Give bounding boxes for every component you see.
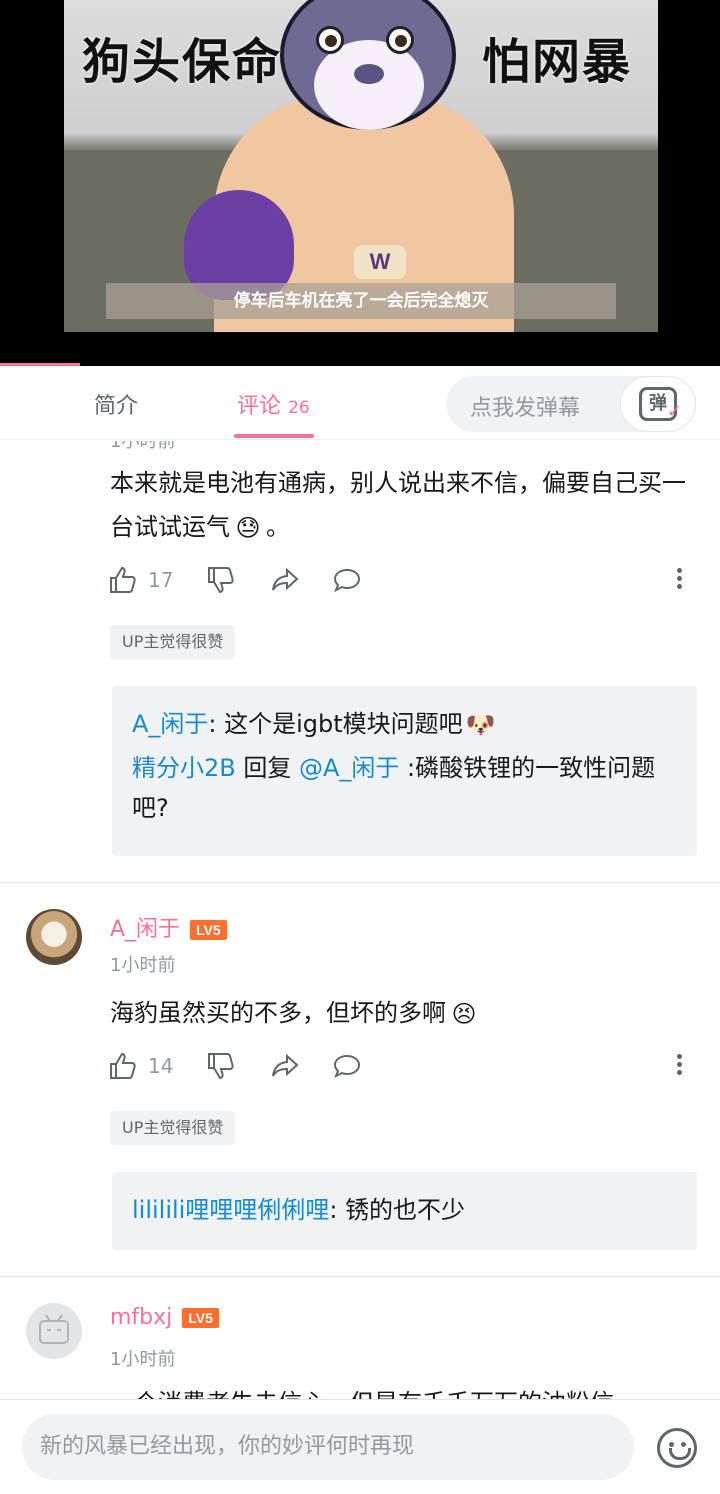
sweat-emoji-icon: 😓 — [235, 514, 261, 542]
comment-time: 1小时前 — [110, 441, 176, 452]
comment-text: 本来就是电池有通病，别人说出来不信，偏要自己买一台试试运气 😓。 — [110, 461, 700, 549]
comment-divider — [0, 1276, 720, 1277]
video-progress-bar[interactable] — [0, 363, 80, 366]
default-avatar-icon — [39, 1314, 69, 1344]
thumbs-down-icon — [208, 1053, 234, 1080]
comment-text-end: 。 — [266, 513, 290, 541]
up-liked-badge: UP主觉得很赞 — [110, 625, 236, 659]
level-badge: LV5 — [182, 1308, 219, 1328]
more-options-icon[interactable] — [674, 565, 684, 595]
danmaku-toggle-button[interactable]: 弹 ✓ — [620, 376, 696, 432]
username-text: A_闲于 — [110, 917, 181, 942]
level-badge: LV5 — [190, 920, 227, 940]
share-button[interactable] — [270, 565, 300, 595]
video-overlay-right: 怕网暴 — [482, 34, 633, 90]
danmaku-input[interactable]: 点我发弹幕 弹 ✓ — [446, 376, 696, 432]
reply-button[interactable] — [332, 565, 362, 595]
danmaku-icon: 弹 ✓ — [639, 387, 682, 422]
video-subtitle: 停车后车机在亮了一会后完全熄灭 — [106, 283, 616, 319]
avatar[interactable] — [26, 909, 82, 965]
comment-time: 1小时前 — [110, 955, 176, 976]
tab-comments-count: 26 — [288, 398, 310, 418]
comment-bubble-icon — [333, 568, 361, 593]
comment-time: 1小时前 — [110, 1349, 176, 1370]
reply-text: 这个是igbt模块问题吧 — [224, 710, 463, 738]
share-icon — [272, 1053, 299, 1077]
reply-username[interactable]: lililili哩哩哩俐俐哩 — [132, 1196, 329, 1224]
tab-intro[interactable]: 简介 — [94, 388, 138, 420]
dislike-button[interactable] — [206, 565, 236, 595]
comment-username[interactable]: A_闲于 LV5 — [110, 911, 227, 943]
like-count: 17 — [148, 568, 174, 592]
like-count: 14 — [148, 1054, 174, 1078]
comment-actions: 14 — [108, 1051, 698, 1085]
comment-text: 海豹虽然买的不多，但坏的多啊 😣 — [110, 991, 700, 1035]
comment-text-body: 本来就是电池有通病，别人说出来不信，偏要自己买一台试试运气 — [110, 469, 686, 541]
reply-text: 锈的也不少 — [345, 1196, 466, 1224]
reply-line: A_闲于: 这个是igbt模块问题吧 🐶 — [132, 700, 677, 748]
comment-input[interactable]: 新的风暴已经出现，你的妙评何时再现 — [22, 1414, 634, 1480]
tab-comments[interactable]: 评论 26 — [237, 388, 310, 420]
embarrassed-emoji-icon: 😣 — [451, 1000, 477, 1028]
comment-divider — [0, 882, 720, 883]
comment-actions: 17 — [108, 565, 698, 599]
more-options-icon[interactable] — [674, 1051, 684, 1081]
dog-eye-right — [386, 26, 414, 54]
reply-preview-box[interactable]: lililili哩哩哩俐俐哩: 锈的也不少 — [112, 1172, 697, 1250]
reply-preview-box[interactable]: A_闲于: 这个是igbt模块问题吧 🐶 精分小2B 回复 @A_闲于 :磷酸铁锂… — [112, 686, 697, 856]
active-tab-indicator — [234, 434, 314, 438]
reply-mid: 回复 — [235, 754, 299, 782]
reply-username[interactable]: 精分小2B — [132, 754, 236, 782]
up-liked-badge: UP主觉得很赞 — [110, 1111, 236, 1145]
like-button[interactable]: 14 — [108, 1051, 173, 1081]
thumbs-up-icon — [110, 1052, 136, 1079]
reply-line: 精分小2B 回复 @A_闲于 :磷酸铁锂的一致性问题吧? — [132, 748, 677, 828]
check-icon: ✓ — [666, 401, 682, 422]
dog-eye-left — [316, 26, 344, 54]
doge-emoji-icon: 🐶 — [465, 711, 496, 739]
bottom-bar: 新的风暴已经出现，你的妙评何时再现 — [0, 1399, 720, 1494]
comment-username[interactable]: mfbxj LV5 — [110, 1305, 219, 1330]
video-player[interactable]: W 狗头保命 怕网暴 停车后车机在亮了一会后完全熄灭 — [0, 0, 720, 366]
dog-nose — [354, 64, 384, 84]
thumbs-up-icon — [110, 566, 136, 593]
comment-text-body: 海豹虽然买的不多，但坏的多啊 — [110, 999, 446, 1027]
reply-username[interactable]: A_闲于 — [132, 710, 208, 738]
thumbs-down-icon — [208, 567, 234, 594]
danmaku-icon-char: 弹 — [649, 393, 667, 414]
comment-text: 一个消费者失去信心，但是有千千万万的油粉信 — [110, 1381, 700, 1399]
video-hat-logo: W — [354, 245, 406, 279]
username-text: mfbxj — [110, 1305, 173, 1330]
comment-bubble-icon — [333, 1054, 361, 1079]
danmaku-placeholder: 点我发弹幕 — [470, 396, 581, 421]
tab-intro-label: 简介 — [94, 394, 139, 419]
share-icon — [272, 567, 299, 591]
reply-sep: : — [329, 1196, 346, 1224]
reply-line: lililili哩哩哩俐俐哩: 锈的也不少 — [132, 1186, 677, 1234]
video-overlay-left: 狗头保命 — [82, 34, 283, 90]
emoji-picker-icon[interactable] — [657, 1428, 697, 1468]
comment-list[interactable]: 1小时前 本来就是电池有通病，别人说出来不信，偏要自己买一台试试运气 😓。 17 … — [0, 441, 720, 1399]
tab-comments-label: 评论 — [237, 394, 282, 419]
share-button[interactable] — [270, 1051, 300, 1081]
avatar[interactable] — [26, 1303, 82, 1359]
reply-mention[interactable]: @A_闲于 — [299, 754, 399, 782]
dislike-button[interactable] — [206, 1051, 236, 1081]
tab-bar: 简介 评论 26 点我发弹幕 弹 ✓ — [0, 368, 720, 440]
reply-sep: : — [208, 710, 225, 738]
like-button[interactable]: 17 — [108, 565, 173, 595]
reply-button[interactable] — [332, 1051, 362, 1081]
